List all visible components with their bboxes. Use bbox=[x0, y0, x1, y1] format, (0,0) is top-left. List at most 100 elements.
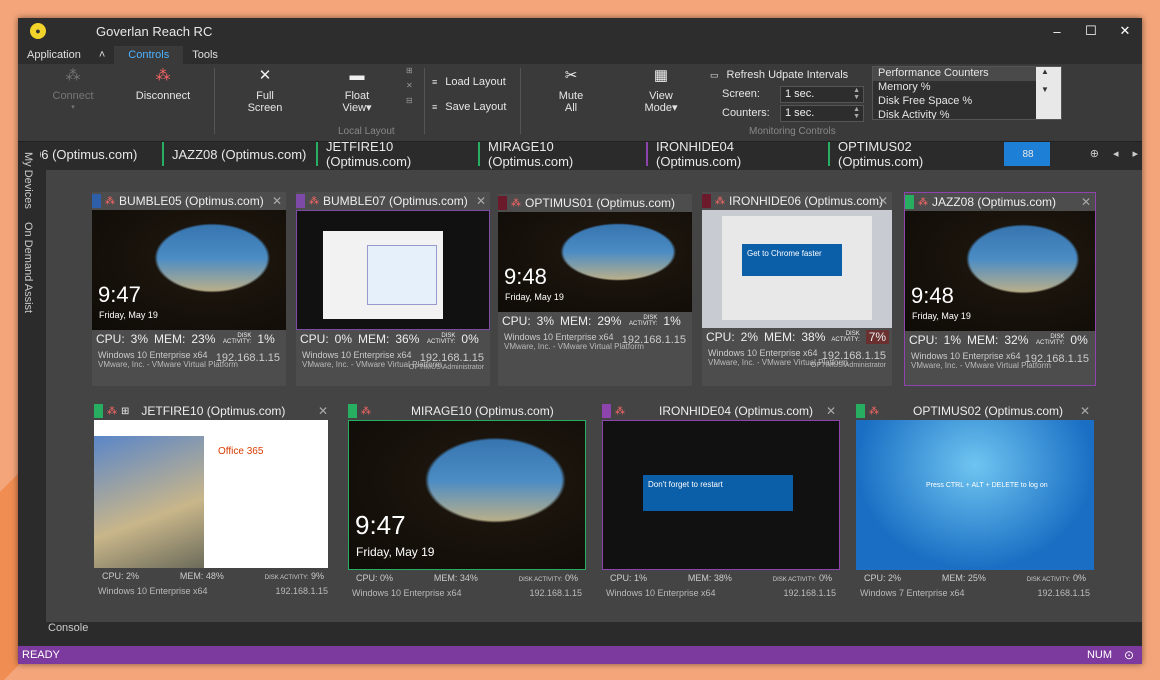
perf-item-disk-free[interactable]: Disk Free Space %■ bbox=[873, 95, 1061, 109]
screen-interval-input[interactable]: 1 sec. ▲ ▼ bbox=[780, 86, 864, 103]
view-mode-button[interactable]: ▦ View Mode▾ bbox=[636, 66, 686, 114]
view-mode-label-1: View bbox=[649, 90, 673, 102]
counters-interval-input[interactable]: 1 sec. ▲ ▼ bbox=[780, 105, 864, 122]
session-name: IRONHIDE06 (Optimus.com) bbox=[729, 194, 884, 208]
console-tab[interactable]: Console bbox=[48, 622, 88, 634]
local-layout-group-label: Local Layout bbox=[338, 126, 395, 137]
save-layout-label: Save Layout bbox=[445, 101, 507, 113]
view-mode-label-2: Mode▾ bbox=[644, 102, 678, 114]
layout-option-icon-3[interactable]: ⊟ bbox=[406, 96, 413, 105]
full-screen-button[interactable]: ✕ Full Screen bbox=[240, 66, 290, 114]
lock-date: Friday, May 19 bbox=[99, 310, 158, 320]
close-session-icon[interactable]: ✕ bbox=[272, 194, 282, 208]
network-icon: ⁂ bbox=[107, 405, 117, 417]
tab-jetfire10[interactable]: JETFIRE10 (Optimus.com) bbox=[316, 139, 478, 169]
collapse-ribbon-button[interactable]: ˄ bbox=[90, 46, 114, 64]
tab-mirage10[interactable]: MIRAGE10 (Optimus.com) bbox=[478, 139, 646, 169]
disconnect-icon: ⁂ bbox=[155, 67, 171, 84]
connect-label: Connect bbox=[52, 90, 94, 102]
session-card[interactable]: ⁂ BUMBLE05 (Optimus.com) ✕ 9:47 Friday, May… bbox=[92, 192, 286, 386]
layout-option-icon-1[interactable]: ⊞ bbox=[406, 66, 413, 75]
mute-all-button[interactable]: ✂ Mute All bbox=[546, 66, 596, 114]
session-card[interactable]: ⁂ OPTIMUS02 (Optimus.com) ✕ Press CTRL + A… bbox=[856, 402, 1094, 600]
connect-button[interactable]: ⁂ Connect ▾ bbox=[48, 66, 98, 114]
on-demand-assist-tab[interactable]: On Demand Assist bbox=[22, 222, 34, 313]
close-session-icon[interactable]: ✕ bbox=[1080, 404, 1090, 418]
menu-tools[interactable]: Tools bbox=[183, 46, 227, 64]
close-session-icon[interactable]: ✕ bbox=[826, 404, 836, 418]
session-card[interactable]: ⁂ BUMBLE07 (Optimus.com) ✕ CPU: 0% MEM: 36% DI… bbox=[296, 192, 490, 386]
close-session-icon[interactable]: ✕ bbox=[878, 194, 888, 208]
float-view-icon: ▬ bbox=[349, 67, 365, 84]
session-card[interactable]: ⁂ IRONHIDE06 (Optimus.com) ✕ Get to Chrome… bbox=[702, 192, 892, 386]
window-title: Goverlan Reach RC bbox=[96, 23, 213, 39]
session-tab-bar: 06 (Optimus.com) JAZZ08 (Optimus.com) JE… bbox=[18, 139, 1142, 169]
session-card[interactable]: ⁂ ⊞ JETFIRE10 (Optimus.com) ✕ Office 365 CP… bbox=[94, 402, 332, 600]
maximize-button[interactable]: ☐ bbox=[1074, 18, 1108, 44]
tab-jazz08[interactable]: JAZZ08 (Optimus.com) bbox=[162, 142, 316, 166]
perf-item-memory[interactable]: Memory %■ bbox=[873, 81, 1061, 95]
session-card[interactable]: ⁂ OPTIMUS01 (Optimus.com) 9:48 Friday, May… bbox=[498, 194, 692, 386]
perf-scrollbar[interactable]: ▲ ▼ bbox=[1036, 67, 1061, 119]
lock-time: 9:47 bbox=[98, 282, 141, 307]
menu-application[interactable]: Application bbox=[18, 46, 90, 64]
close-session-icon[interactable]: ✕ bbox=[476, 194, 486, 208]
session-card[interactable]: ⁂ MIRAGE10 (Optimus.com) 9:47 Friday, May … bbox=[348, 402, 586, 600]
close-session-icon[interactable]: ✕ bbox=[1081, 195, 1091, 209]
tab-optimus02[interactable]: OPTIMUS02 (Optimus.com) bbox=[828, 139, 1004, 169]
office-logo: Office 365 bbox=[218, 446, 264, 457]
app-logo-icon: ● bbox=[30, 23, 46, 39]
float-view-button[interactable]: ▬ Float View▾ bbox=[332, 66, 382, 114]
status-bar: READY NUM ⊙ bbox=[18, 646, 1142, 664]
session-name: OPTIMUS02 (Optimus.com) bbox=[913, 404, 1064, 418]
minimize-button[interactable]: – bbox=[1040, 18, 1074, 44]
windows-icon: ⊞ bbox=[121, 405, 130, 417]
network-icon: ⁂ bbox=[105, 195, 115, 207]
title-bar: ● Goverlan Reach RC – ☐ ✕ bbox=[18, 18, 1142, 44]
session-name: JAZZ08 (Optimus.com) bbox=[932, 195, 1057, 209]
view-mode-icon: ▦ bbox=[653, 67, 669, 84]
session-card[interactable]: ⁂ IRONHIDE04 (Optimus.com) ✕ Don't forget … bbox=[602, 402, 840, 600]
tab-grid-view[interactable]: 88 bbox=[1004, 142, 1050, 166]
load-layout-label: Load Layout bbox=[445, 76, 506, 88]
load-layout-icon: ≡ bbox=[432, 77, 438, 87]
ribbon: ⁂ Connect ▾ ⁂ Disconnect ✕ Full Screen ▬… bbox=[18, 64, 1142, 142]
scroll-left-icon[interactable]: ◂ bbox=[1113, 147, 1119, 160]
app-window: ● Goverlan Reach RC – ☐ ✕ Application ˄ … bbox=[18, 18, 1142, 664]
my-devices-tab[interactable]: My Devices bbox=[22, 152, 34, 209]
full-screen-icon: ✕ bbox=[258, 67, 272, 84]
perf-header: Performance Counters bbox=[873, 67, 1061, 81]
network-icon: ⁂ bbox=[615, 405, 625, 417]
counters-interval-label: Counters: bbox=[722, 107, 770, 119]
load-layout-button[interactable]: ≡ Load Layout bbox=[432, 76, 506, 88]
full-screen-label-1: Full bbox=[256, 90, 274, 102]
counters-interval-value: 1 sec. bbox=[785, 107, 815, 119]
close-button[interactable]: ✕ bbox=[1108, 18, 1142, 44]
win7-logon-text: Press CTRL + ALT + DELETE to log on bbox=[926, 482, 1048, 489]
monitoring-group-label: Monitoring Controls bbox=[749, 126, 836, 137]
settings-icon[interactable]: ⊙ bbox=[1124, 648, 1134, 662]
network-icon: ⁂ bbox=[309, 195, 319, 207]
session-name: MIRAGE10 (Optimus.com) bbox=[411, 404, 554, 418]
lock-date: Friday, May 19 bbox=[912, 311, 971, 321]
menu-controls[interactable]: Controls bbox=[114, 46, 184, 64]
layout-option-icon-2[interactable]: ✕ bbox=[406, 81, 413, 90]
performance-counters-list[interactable]: Performance Counters Memory %■ Disk Free… bbox=[872, 66, 1062, 120]
refresh-intervals[interactable]: ▭ Refresh Udpate Intervals bbox=[710, 69, 848, 81]
network-icon: ⁂ bbox=[511, 197, 521, 209]
disconnect-button[interactable]: ⁂ Disconnect bbox=[130, 66, 196, 102]
float-view-label-1: Float bbox=[344, 90, 370, 102]
network-icon: ⁂ bbox=[918, 196, 928, 208]
scroll-right-icon[interactable]: ▸ bbox=[1132, 147, 1138, 160]
tab-ironhide04[interactable]: IRONHIDE04 (Optimus.com) bbox=[646, 139, 828, 169]
save-layout-button[interactable]: ≡ Save Layout bbox=[432, 101, 506, 113]
chrome-dialog: Get to Chrome faster bbox=[742, 244, 842, 276]
session-card[interactable]: ⁂ JAZZ08 (Optimus.com) ✕ 9:48 Friday, May 1… bbox=[904, 192, 1096, 386]
side-panel: My Devices On Demand Assist bbox=[18, 142, 40, 622]
lock-time: 9:48 bbox=[911, 283, 954, 308]
add-tab-icon[interactable]: ⊕ bbox=[1090, 147, 1099, 160]
perf-item-disk-activity[interactable]: Disk Activity %■ bbox=[873, 109, 1061, 119]
close-session-icon[interactable]: ✕ bbox=[318, 404, 328, 418]
session-grid: ⁂ BUMBLE05 (Optimus.com) ✕ 9:47 Friday, May… bbox=[46, 170, 1142, 622]
screen-interval-value: 1 sec. bbox=[785, 88, 815, 100]
